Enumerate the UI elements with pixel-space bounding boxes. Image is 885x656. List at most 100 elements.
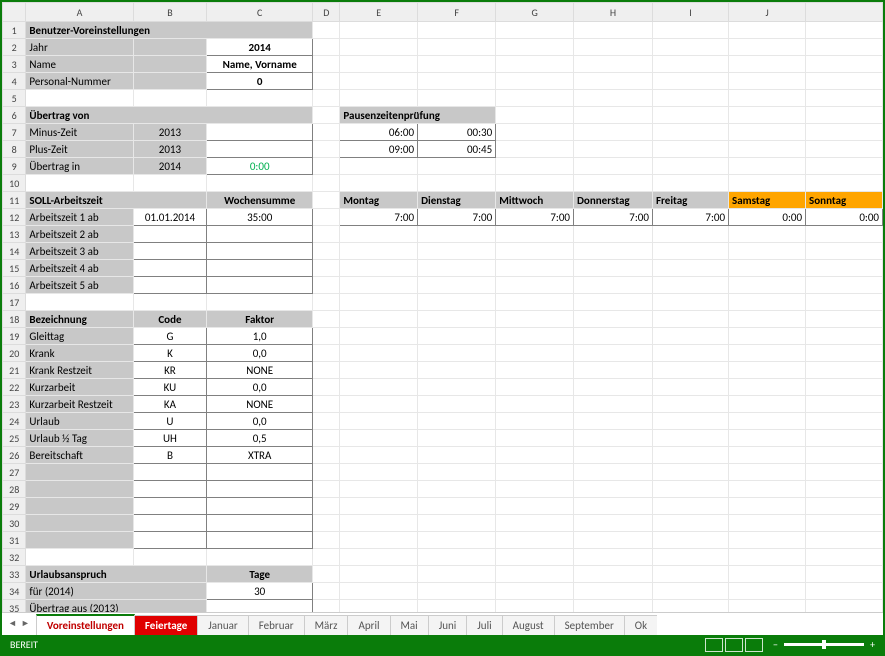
cell-B17[interactable] bbox=[133, 294, 206, 311]
cell-G14[interactable] bbox=[496, 243, 574, 260]
row-header[interactable]: 20 bbox=[3, 345, 26, 362]
cell-extra-10[interactable] bbox=[806, 175, 883, 192]
cell-extra-7[interactable] bbox=[806, 124, 883, 141]
row-header[interactable]: 2 bbox=[3, 39, 26, 56]
cell-F21[interactable] bbox=[418, 362, 496, 379]
cell-extra-31[interactable] bbox=[806, 532, 883, 549]
cell-A4[interactable]: Personal-Nummer bbox=[26, 73, 133, 90]
row-header[interactable]: 5 bbox=[3, 90, 26, 107]
cell-G24[interactable] bbox=[496, 413, 574, 430]
cell-A11[interactable]: SOLL-Arbeitszeit bbox=[26, 192, 207, 209]
cell-C19[interactable]: 1,0 bbox=[207, 328, 313, 345]
cell-C22[interactable]: 0,0 bbox=[207, 379, 313, 396]
cell-extra-24[interactable] bbox=[806, 413, 883, 430]
cell-D24[interactable] bbox=[313, 413, 340, 430]
cell-B14[interactable] bbox=[133, 243, 206, 260]
cell-A31[interactable] bbox=[26, 532, 133, 549]
cell-H21[interactable] bbox=[574, 362, 653, 379]
cell-I8[interactable] bbox=[652, 141, 728, 158]
cell-A9[interactable]: Übertrag in bbox=[26, 158, 133, 175]
cell-C14[interactable] bbox=[207, 243, 313, 260]
row-header[interactable]: 18 bbox=[3, 311, 26, 328]
cell-B15[interactable] bbox=[133, 260, 206, 277]
column-header[interactable]: F bbox=[418, 3, 496, 22]
cell-G33[interactable] bbox=[496, 566, 574, 583]
cell-E31[interactable] bbox=[340, 532, 418, 549]
cell-E6[interactable]: Pausenzeitenprüfung bbox=[340, 107, 496, 124]
cell-D31[interactable] bbox=[313, 532, 340, 549]
row-header[interactable]: 1 bbox=[3, 22, 26, 39]
cell-D34[interactable] bbox=[313, 583, 340, 600]
cell-G13[interactable] bbox=[496, 226, 574, 243]
cell-F27[interactable] bbox=[418, 464, 496, 481]
cell-I6[interactable] bbox=[652, 107, 728, 124]
row-header[interactable]: 23 bbox=[3, 396, 26, 413]
cell-B32[interactable] bbox=[133, 549, 206, 566]
cell-D30[interactable] bbox=[313, 515, 340, 532]
cell-I20[interactable] bbox=[652, 345, 728, 362]
cell-J27[interactable] bbox=[729, 464, 806, 481]
cell-J1[interactable] bbox=[729, 22, 806, 39]
cell-E34[interactable] bbox=[340, 583, 418, 600]
cell-A22[interactable]: Kurzarbeit bbox=[26, 379, 133, 396]
cell-I15[interactable] bbox=[652, 260, 728, 277]
cell-A8[interactable]: Plus-Zeit bbox=[26, 141, 133, 158]
cell-I11[interactable]: Freitag bbox=[652, 192, 728, 209]
cell-J26[interactable] bbox=[729, 447, 806, 464]
cell-E22[interactable] bbox=[340, 379, 418, 396]
cell-J25[interactable] bbox=[729, 430, 806, 447]
cell-G29[interactable] bbox=[496, 498, 574, 515]
cell-D3[interactable] bbox=[313, 56, 340, 73]
cell-E1[interactable] bbox=[340, 22, 418, 39]
cell-D14[interactable] bbox=[313, 243, 340, 260]
cell-D23[interactable] bbox=[313, 396, 340, 413]
cell-F25[interactable] bbox=[418, 430, 496, 447]
cell-F1[interactable] bbox=[418, 22, 496, 39]
cell-J5[interactable] bbox=[729, 90, 806, 107]
cell-J22[interactable] bbox=[729, 379, 806, 396]
cell-B16[interactable] bbox=[133, 277, 206, 294]
cell-H12[interactable]: 7:00 bbox=[574, 209, 653, 226]
cell-E29[interactable] bbox=[340, 498, 418, 515]
cell-H13[interactable] bbox=[574, 226, 653, 243]
row-header[interactable]: 24 bbox=[3, 413, 26, 430]
cell-C23[interactable]: NONE bbox=[207, 396, 313, 413]
cell-C11[interactable]: Wochensumme bbox=[207, 192, 313, 209]
cell-C34[interactable]: 30 bbox=[207, 583, 313, 600]
cell-extra-17[interactable] bbox=[806, 294, 883, 311]
cell-J7[interactable] bbox=[729, 124, 806, 141]
cell-A13[interactable]: Arbeitszeit 2 ab bbox=[26, 226, 133, 243]
row-header[interactable]: 3 bbox=[3, 56, 26, 73]
cell-extra-20[interactable] bbox=[806, 345, 883, 362]
cell-D1[interactable] bbox=[313, 22, 340, 39]
cell-A14[interactable]: Arbeitszeit 3 ab bbox=[26, 243, 133, 260]
sheet-tab-januar[interactable]: Januar bbox=[197, 615, 248, 635]
cell-A18[interactable]: Bezeichnung bbox=[26, 311, 133, 328]
sheet-tab-juli[interactable]: Juli bbox=[466, 615, 502, 635]
cell-extra-33[interactable] bbox=[806, 566, 883, 583]
cell-extra-30[interactable] bbox=[806, 515, 883, 532]
cell-C24[interactable]: 0,0 bbox=[207, 413, 313, 430]
cell-extra-32[interactable] bbox=[806, 549, 883, 566]
cell-A17[interactable] bbox=[26, 294, 133, 311]
cell-E30[interactable] bbox=[340, 515, 418, 532]
cell-F5[interactable] bbox=[418, 90, 496, 107]
row-header[interactable]: 26 bbox=[3, 447, 26, 464]
cell-A19[interactable]: Gleittag bbox=[26, 328, 133, 345]
cell-H11[interactable]: Donnerstag bbox=[574, 192, 653, 209]
cell-A24[interactable]: Urlaub bbox=[26, 413, 133, 430]
cell-C8[interactable] bbox=[207, 141, 313, 158]
cell-H34[interactable] bbox=[574, 583, 653, 600]
cell-H20[interactable] bbox=[574, 345, 653, 362]
cell-A26[interactable]: Bereitschaft bbox=[26, 447, 133, 464]
cell-G18[interactable] bbox=[496, 311, 574, 328]
cell-E8[interactable]: 09:00 bbox=[340, 141, 418, 158]
cell-B25[interactable]: UH bbox=[133, 430, 206, 447]
column-header[interactable]: E bbox=[340, 3, 418, 22]
cell-D27[interactable] bbox=[313, 464, 340, 481]
cell-I2[interactable] bbox=[652, 39, 728, 56]
cell-A3[interactable]: Name bbox=[26, 56, 133, 73]
cell-extra-2[interactable] bbox=[806, 39, 883, 56]
cell-extra-6[interactable] bbox=[806, 107, 883, 124]
cell-E13[interactable] bbox=[340, 226, 418, 243]
